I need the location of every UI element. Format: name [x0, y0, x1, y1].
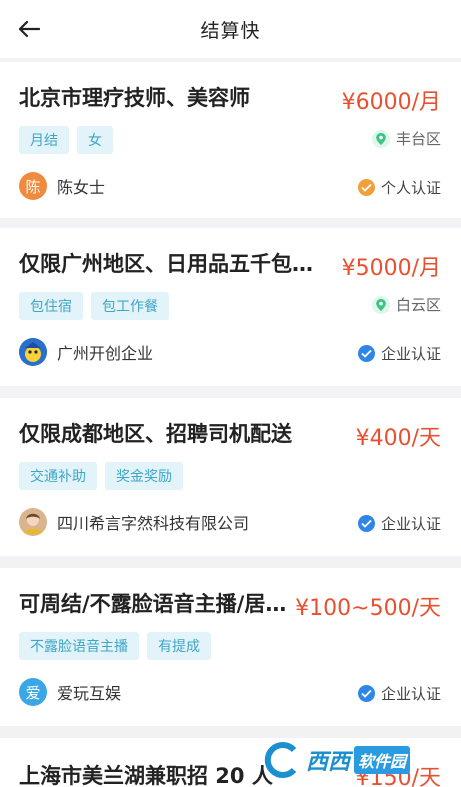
company-info: 爱 爱玩互娱 [19, 678, 121, 706]
avatar [19, 508, 47, 536]
job-tag: 包住宿 [19, 292, 83, 320]
verification-badge: 企业认证 [357, 683, 441, 704]
company-name: 爱玩互娱 [57, 684, 122, 703]
verification-text: 企业认证 [380, 345, 441, 363]
job-tag: 奖金奖励 [105, 462, 183, 490]
verification-text: 企业认证 [380, 685, 441, 703]
verification-text: 企业认证 [380, 515, 441, 533]
top-bar: 结算快 [0, 0, 461, 58]
job-location: 白云区 [371, 294, 441, 315]
verification-badge: 企业认证 [357, 513, 441, 534]
check-icon [357, 685, 375, 702]
check-icon [357, 515, 375, 532]
location-text: 白云区 [395, 296, 441, 314]
page-title: 结算快 [200, 19, 261, 42]
verification-text: 个人认证 [380, 179, 441, 197]
job-tag: 女 [77, 126, 113, 154]
tag-list: 不露脸语音主播 有提成 [19, 632, 211, 660]
avatar: 爱 [19, 678, 47, 706]
job-title: 可周结/不露脸语音主播/居... [19, 592, 289, 616]
job-card[interactable]: 仅限成都地区、招聘司机配送 ¥400/天 交通补助 奖金奖励 四川希言字然科技有… [0, 398, 461, 556]
company-name: 广州开创企业 [57, 344, 154, 363]
job-location: 丰台区 [371, 128, 441, 149]
verification-badge: 企业认证 [357, 343, 441, 364]
back-button[interactable] [14, 14, 44, 44]
company-info: 四川希言字然科技有限公司 [19, 508, 249, 536]
company-info: 广州开创企业 [19, 338, 153, 366]
watermark-subtext: 软件园 [354, 746, 411, 774]
watermark-logo: 西西 软件园 [262, 736, 446, 784]
job-tag: 有提成 [147, 632, 211, 660]
job-title: 北京市理疗技师、美容师 [19, 86, 250, 110]
job-title: 仅限成都地区、招聘司机配送 [19, 422, 292, 446]
company-name: 四川希言字然科技有限公司 [57, 514, 250, 533]
check-icon [357, 345, 375, 362]
verification-badge: 个人认证 [357, 177, 441, 198]
arrow-left-icon [18, 20, 40, 38]
avatar [19, 338, 47, 366]
job-tag: 包工作餐 [91, 292, 169, 320]
location-text: 丰台区 [395, 130, 441, 148]
location-pin-icon [371, 129, 390, 148]
job-title: 仅限广州地区、日用品五千包吃... [19, 252, 329, 276]
company-logo-icon [19, 338, 47, 366]
watermark-text: 西西 [306, 750, 351, 775]
job-tag: 月结 [19, 126, 69, 154]
job-card[interactable]: 仅限广州地区、日用品五千包吃... ¥5000/月 包住宿 包工作餐 白云区 广… [0, 228, 461, 386]
job-salary: ¥5000/月 [341, 256, 441, 281]
tag-list: 交通补助 奖金奖励 [19, 462, 183, 490]
company-name: 陈女士 [57, 178, 106, 197]
job-salary: ¥6000/月 [341, 90, 441, 115]
tag-list: 包住宿 包工作餐 [19, 292, 169, 320]
tag-list: 月结 女 [19, 126, 113, 154]
check-icon [357, 179, 375, 196]
avatar: 陈 [19, 172, 47, 200]
avatar-photo-icon [19, 508, 47, 536]
job-salary: ¥400/天 [355, 426, 441, 451]
job-tag: 交通补助 [19, 462, 97, 490]
job-salary: ¥100~500/天 [295, 596, 441, 621]
job-tag: 不露脸语音主播 [19, 632, 139, 660]
watermark-c-icon [264, 742, 297, 778]
job-card[interactable]: 北京市理疗技师、美容师 ¥6000/月 月结 女 丰台区 陈 陈女士 个人认证 [0, 62, 461, 218]
job-card[interactable]: 可周结/不露脸语音主播/居... ¥100~500/天 不露脸语音主播 有提成 … [0, 568, 461, 726]
company-info: 陈 陈女士 [19, 172, 105, 200]
location-pin-icon [371, 295, 390, 314]
